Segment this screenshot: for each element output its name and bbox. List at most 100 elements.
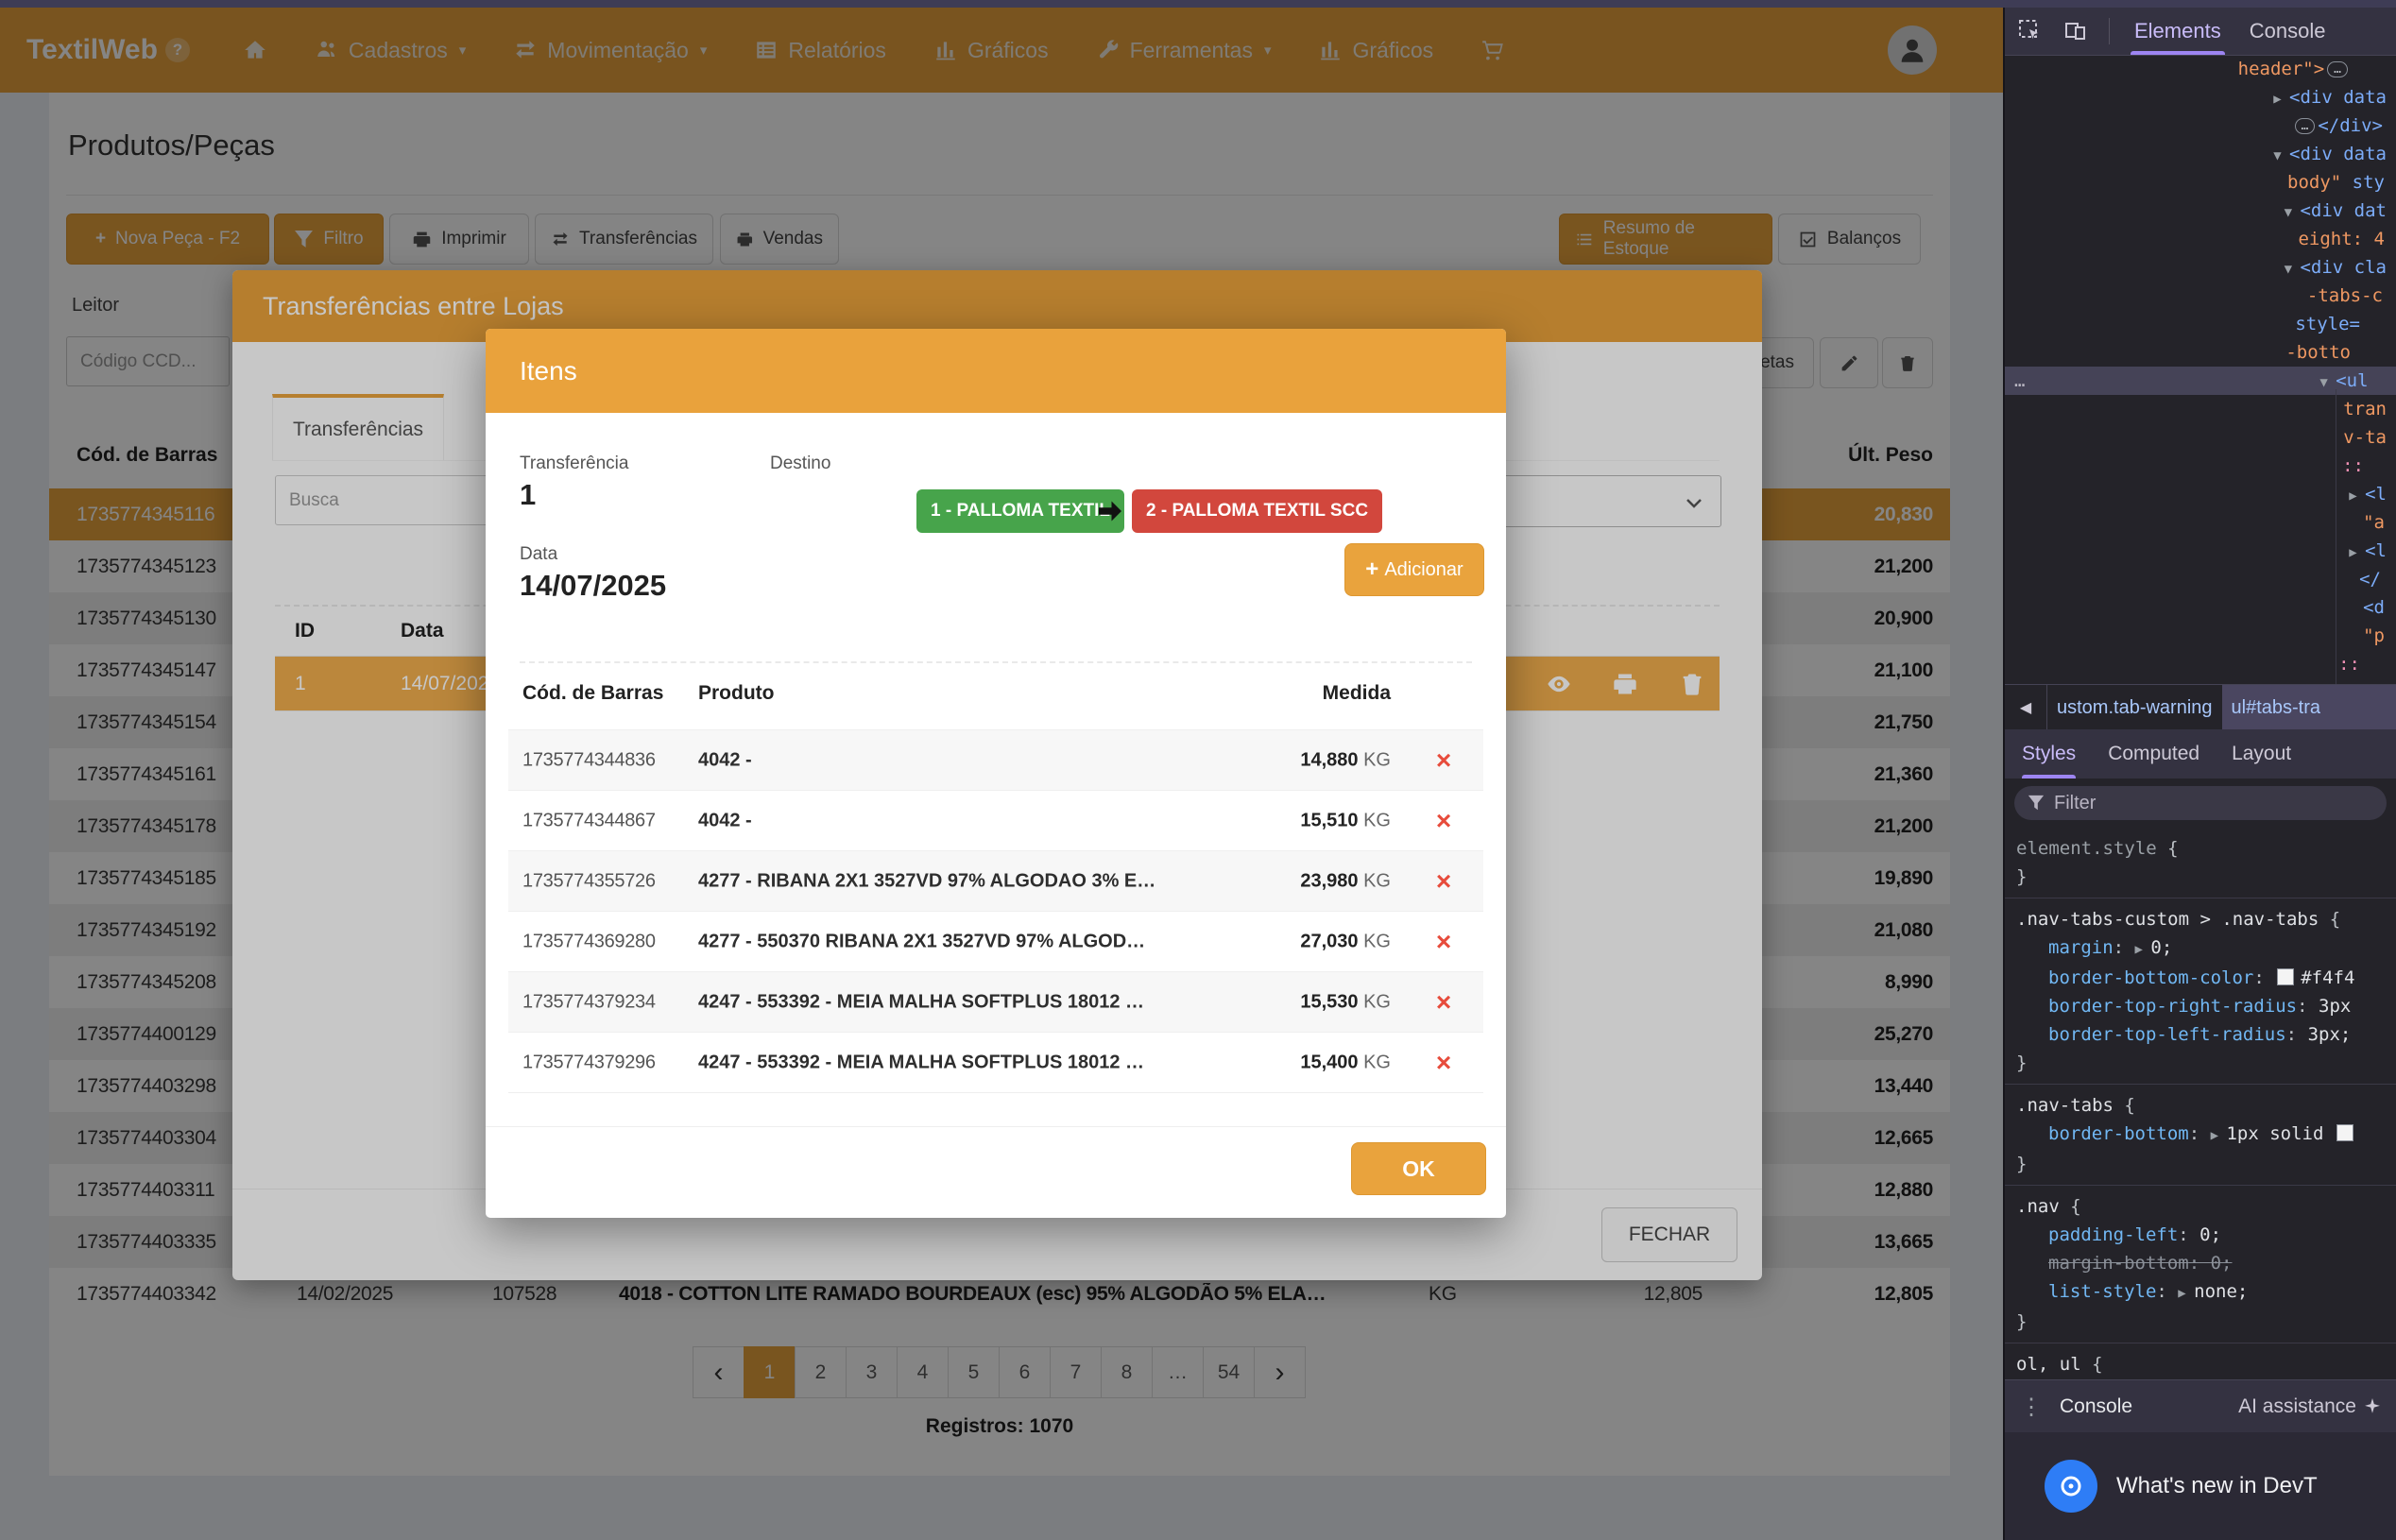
breadcrumb: ◀ ustom.tab-warning ul#tabs-tra <box>2005 684 2396 731</box>
separator <box>2109 18 2110 44</box>
remove-item-button[interactable]: × <box>1425 866 1463 897</box>
style-rules[interactable]: element.style {}.nav-tabs-custom > .nav-… <box>2005 828 2396 1379</box>
styles-filter-row: Filter <box>2005 779 2396 828</box>
tree-node[interactable]: :: <box>2005 452 2396 480</box>
items-barcode-header: Cód. de Barras <box>522 682 663 705</box>
tree-node[interactable]: "a <box>2005 508 2396 537</box>
remove-item-button[interactable]: × <box>1425 806 1463 836</box>
add-item-button[interactable]: +Adicionar <box>1344 543 1484 596</box>
css-rule[interactable]: .nav {padding-left: 0;margin-bottom: 0;l… <box>2005 1186 2396 1343</box>
remove-item-button[interactable]: × <box>1425 987 1463 1018</box>
item-product-cell: 4042 - <box>698 750 752 772</box>
tree-node[interactable]: v-ta <box>2005 423 2396 452</box>
items-product-header: Produto <box>698 682 774 705</box>
footer-divider <box>486 1126 1506 1127</box>
tree-node[interactable]: <d <box>2005 593 2396 622</box>
items-measure-header: Medida <box>1323 682 1391 705</box>
tree-node[interactable]: ▼ <div dat <box>2005 197 2396 225</box>
whats-new-bar[interactable]: What's new in DevT <box>2005 1432 2396 1540</box>
devtools-panel: Elements Console header">…▶ <div data…</… <box>2003 0 2396 1540</box>
breadcrumb-item[interactable]: ustom.tab-warning <box>2047 697 2222 719</box>
item-row: 1735774344836 4042 - 14,880 KG × <box>508 729 1483 791</box>
items-modal-title: Itens <box>520 356 577 386</box>
kebab-menu-icon[interactable]: ⋮ <box>2020 1394 2043 1421</box>
item-barcode-cell: 1735774344836 <box>522 750 656 772</box>
item-product-cell: 4247 - 553392 - MEIA MALHA SOFTPLUS 1801… <box>698 992 1144 1014</box>
item-measure-cell: 23,980 KG <box>1300 871 1391 893</box>
date-value: 14/07/2025 <box>520 569 666 603</box>
color-swatch <box>2277 968 2294 985</box>
breadcrumb-back-button[interactable]: ◀ <box>2005 685 2047 730</box>
item-row: 1735774379234 4247 - 553392 - MEIA MALHA … <box>508 971 1483 1033</box>
styles-tabbar: Styles Computed Layout <box>2005 729 2396 779</box>
destination-label: Destino <box>770 453 830 474</box>
css-rule[interactable]: .nav-tabs-custom > .nav-tabs {margin: ▶ … <box>2005 898 2396 1085</box>
tree-node[interactable]: </ <box>2005 565 2396 593</box>
tree-node[interactable]: ▼ <div data <box>2005 140 2396 168</box>
tree-node-selected[interactable]: …▼ <ul <box>2005 367 2396 395</box>
tree-node[interactable]: …</div> <box>2005 111 2396 140</box>
item-barcode-cell: 1735774379234 <box>522 992 656 1014</box>
tree-node[interactable]: header">… <box>2005 55 2396 83</box>
item-measure-cell: 27,030 KG <box>1300 932 1391 953</box>
css-rule[interactable]: .nav-tabs {border-bottom: ▶ 1px solid } <box>2005 1085 2396 1186</box>
tree-node[interactable]: ▼ <div cla <box>2005 253 2396 282</box>
tree-node[interactable]: style= <box>2005 310 2396 338</box>
item-measure-cell: 14,880 KG <box>1300 750 1391 772</box>
tree-node[interactable]: eight: 4 <box>2005 225 2396 253</box>
item-product-cell: 4042 - <box>698 811 752 832</box>
color-swatch <box>2336 1124 2353 1141</box>
item-product-cell: 4247 - 553392 - MEIA MALHA SOFTPLUS 1801… <box>698 1052 1144 1074</box>
item-barcode-cell: 1735774369280 <box>522 932 656 953</box>
window-top-strip <box>0 0 2396 8</box>
item-measure-cell: 15,530 KG <box>1300 992 1391 1014</box>
tree-node[interactable]: ▶ <div data <box>2005 83 2396 111</box>
device-toolbar-icon[interactable] <box>2063 19 2088 43</box>
css-rule[interactable]: element.style {} <box>2005 828 2396 898</box>
elements-tree[interactable]: header">…▶ <div data…</div>▼ <div databo… <box>2005 55 2396 684</box>
date-label: Data <box>520 544 557 565</box>
styles-filter-input[interactable]: Filter <box>2014 786 2387 820</box>
drawer-tab-console[interactable]: Console <box>2060 1395 2132 1418</box>
breadcrumb-item-selected[interactable]: ul#tabs-tra <box>2222 685 2396 730</box>
tree-node[interactable]: "p <box>2005 622 2396 650</box>
item-barcode-cell: 1735774344867 <box>522 811 656 832</box>
item-barcode-cell: 1735774355726 <box>522 871 656 893</box>
drawer-tab-ai-assistance[interactable]: AI assistance <box>2238 1395 2381 1418</box>
tree-node[interactable]: ▶ <l <box>2005 537 2396 565</box>
dashed-divider <box>520 661 1472 663</box>
tab-console[interactable]: Console <box>2246 8 2330 55</box>
devtools-drawer: ⋮ Console AI assistance <box>2005 1379 2396 1433</box>
remove-item-button[interactable]: × <box>1425 745 1463 776</box>
tree-node[interactable]: :: <box>2005 650 2396 678</box>
transfer-value: 1 <box>520 478 536 512</box>
tab-computed[interactable]: Computed <box>2108 729 2199 779</box>
item-row: 1735774369280 4277 - 550370 RIBANA 2X1 35… <box>508 911 1483 972</box>
remove-item-button[interactable]: × <box>1425 927 1463 957</box>
tab-elements[interactable]: Elements <box>2131 8 2225 55</box>
tree-node[interactable]: -tabs-c <box>2005 282 2396 310</box>
filter-icon <box>2028 795 2045 812</box>
devtools-logo-icon <box>2045 1460 2097 1513</box>
item-measure-cell: 15,400 KG <box>1300 1052 1391 1074</box>
tree-node[interactable]: -botto <box>2005 338 2396 367</box>
ok-button[interactable]: OK <box>1351 1142 1486 1195</box>
items-modal: Itens Transferência 1 Destino 1 - PALLOM… <box>486 329 1506 1218</box>
plus-icon: + <box>1365 556 1378 583</box>
css-rule[interactable]: ol, ul {margin-top: 0;margin-bottom: 1} <box>2005 1343 2396 1379</box>
transfer-label: Transferência <box>520 453 628 474</box>
arrow-right-icon <box>1096 497 1124 525</box>
tree-node[interactable]: body" sty <box>2005 168 2396 197</box>
item-measure-cell: 15,510 KG <box>1300 811 1391 832</box>
item-product-cell: 4277 - 550370 RIBANA 2X1 3527VD 97% ALGO… <box>698 932 1145 953</box>
remove-item-button[interactable]: × <box>1425 1048 1463 1078</box>
table-end-divider <box>508 1092 1483 1093</box>
items-modal-header: Itens <box>486 329 1506 413</box>
devtools-tabbar: Elements Console <box>2005 8 2396 56</box>
origin-store-badge: 1 - PALLOMA TEXTIL <box>916 489 1124 533</box>
tree-node[interactable]: ▶ <l <box>2005 480 2396 508</box>
tab-styles[interactable]: Styles <box>2022 729 2076 779</box>
tree-node[interactable]: tran <box>2005 395 2396 423</box>
tab-layout[interactable]: Layout <box>2232 729 2291 779</box>
inspect-icon[interactable] <box>2018 19 2043 43</box>
